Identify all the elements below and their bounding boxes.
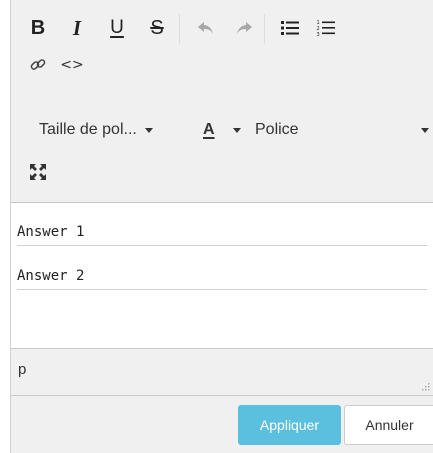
undo-icon (198, 22, 213, 34)
redo-button[interactable] (229, 13, 259, 43)
chevron-down-icon (144, 127, 153, 133)
content-line: Answer 2 (17, 265, 427, 290)
toolbar-separator (264, 14, 265, 44)
element-path[interactable]: p (18, 361, 26, 378)
font-family-dropdown-caret[interactable] (421, 115, 429, 145)
italic-button[interactable]: I (62, 13, 92, 43)
numbered-list-icon: 1 2 3 (317, 20, 335, 37)
strikethrough-button[interactable]: S (142, 13, 172, 43)
chevron-down-icon (421, 127, 429, 133)
chevron-down-icon (233, 127, 241, 133)
underline-icon: U (110, 17, 124, 38)
italic-icon: I (72, 15, 82, 40)
source-code-button[interactable]: <> (57, 50, 87, 80)
content-line: Answer 1 (17, 221, 427, 246)
text-color-icon: A (203, 121, 215, 138)
cancel-button[interactable]: Annuler (344, 405, 433, 445)
text-color-dropdown[interactable] (233, 115, 241, 145)
bold-button[interactable]: B (23, 13, 53, 43)
font-size-dropdown[interactable]: Taille de pol... (39, 115, 153, 145)
redo-icon (237, 22, 252, 34)
editor-statusbar: p (11, 348, 433, 396)
toolbar-separator (179, 14, 180, 44)
editor-content[interactable]: Answer 1 Answer 2 (11, 203, 433, 348)
link-icon (30, 59, 46, 70)
bullet-list-icon (281, 21, 299, 35)
underline-button[interactable]: U (102, 13, 132, 43)
font-family-label: Police (255, 121, 299, 138)
font-family-dropdown[interactable]: Police (255, 115, 299, 145)
bold-icon: B (30, 16, 46, 39)
undo-button[interactable] (191, 13, 221, 43)
numbered-list-button[interactable]: 1 2 3 (311, 13, 341, 43)
text-color-button[interactable]: A (203, 115, 215, 145)
link-button[interactable] (23, 50, 53, 80)
bullet-list-button[interactable] (275, 13, 305, 43)
font-size-label: Taille de pol... (39, 121, 137, 138)
fullscreen-button[interactable] (23, 157, 53, 187)
svg-text:3: 3 (317, 32, 320, 37)
dialog-footer: Appliquer Annuler (11, 396, 433, 453)
resize-handle-icon[interactable] (422, 383, 430, 391)
fullscreen-icon (30, 164, 46, 180)
rich-text-editor: B I U S 1 2 3 <> Taille de pol... A Poli… (10, 0, 433, 453)
code-icon: <> (60, 57, 84, 73)
editor-toolbar: B I U S 1 2 3 <> Taille de pol... A Poli… (11, 0, 433, 203)
apply-button[interactable]: Appliquer (238, 405, 341, 445)
strikethrough-icon: S (150, 16, 164, 39)
